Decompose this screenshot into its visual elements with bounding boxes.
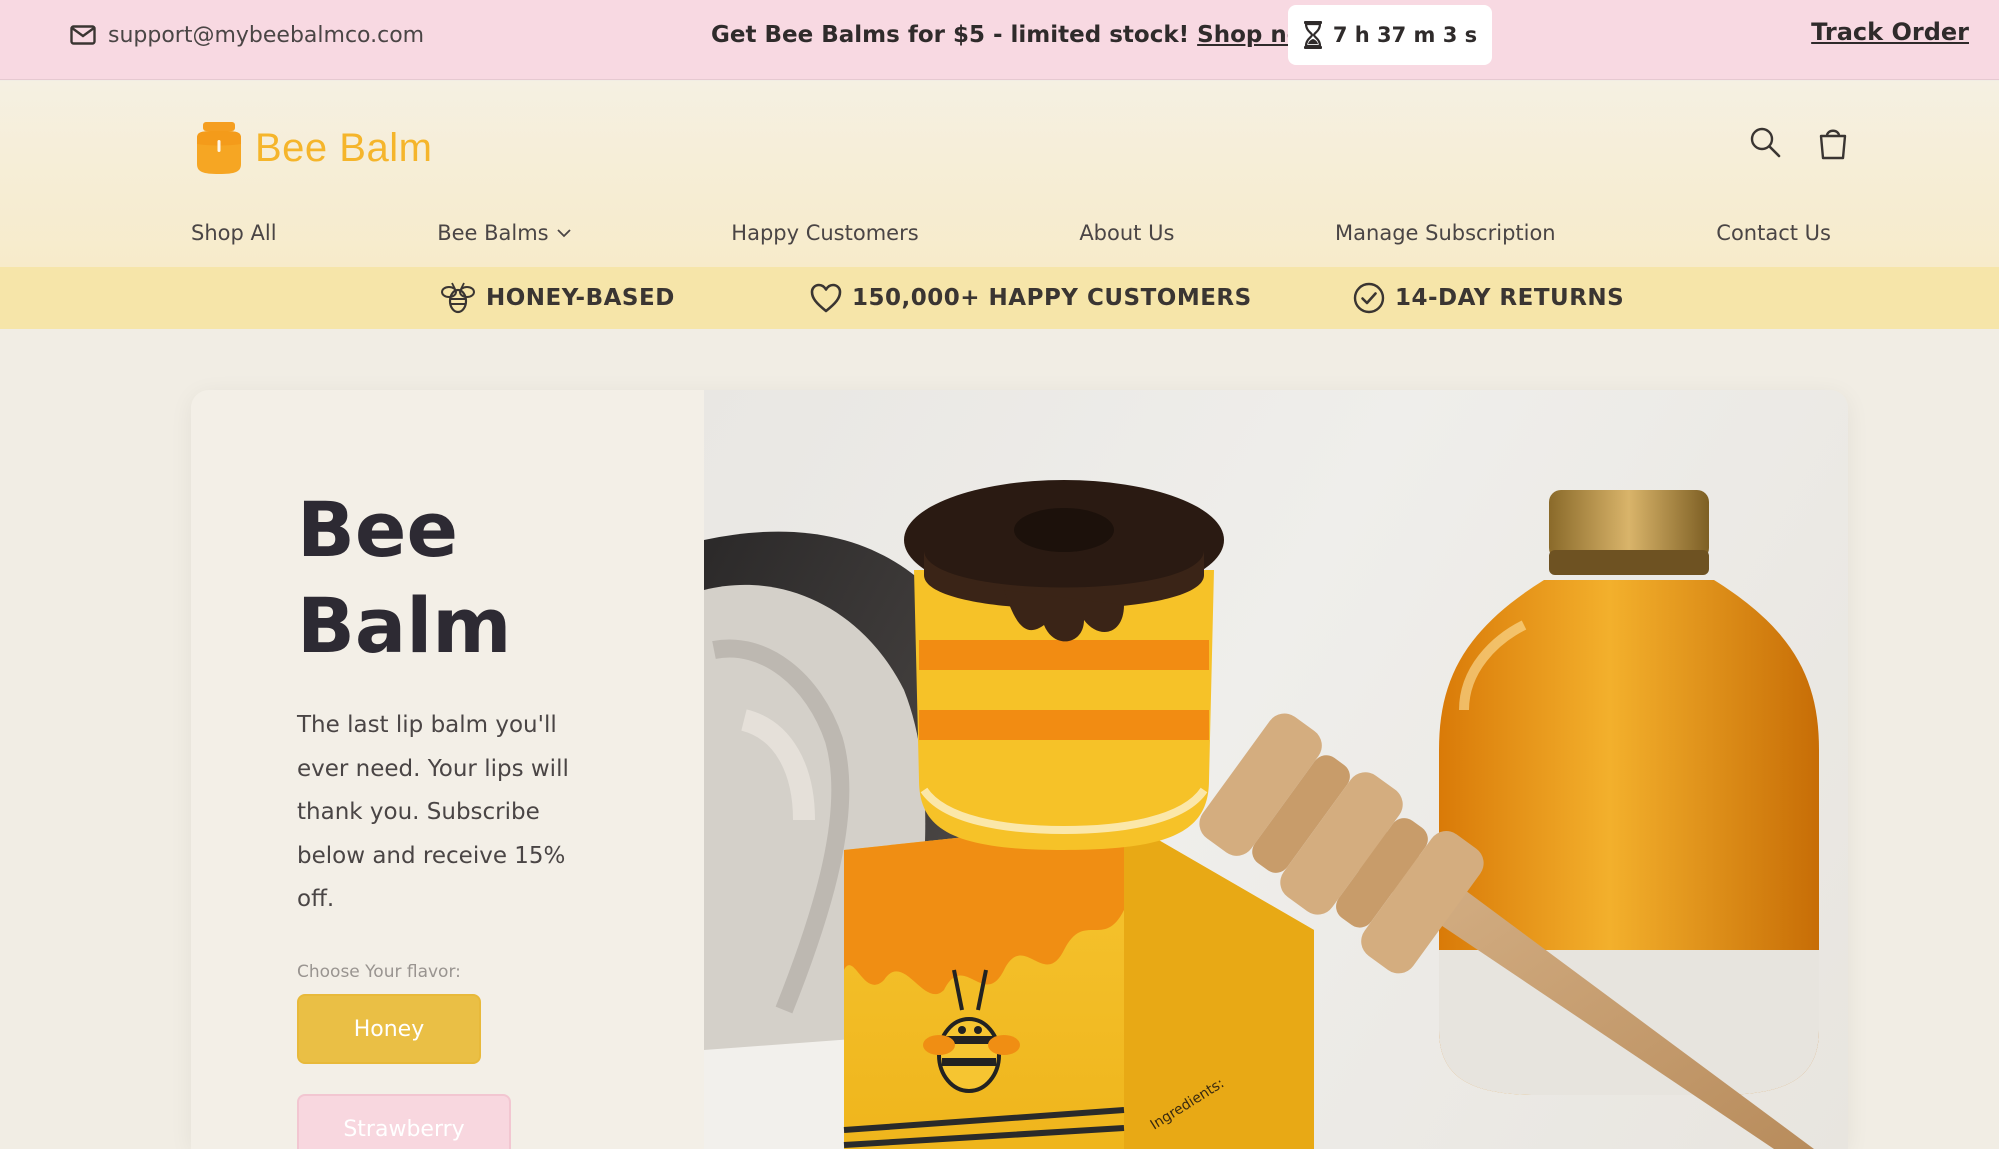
track-order-link[interactable]: Track Order	[1811, 18, 1969, 46]
hero-product-image: Ingredients:	[704, 390, 1848, 1149]
honey-jar-logo-icon	[197, 122, 241, 174]
support-email-text: support@mybeebalmco.com	[108, 22, 425, 48]
countdown-text: 7 h 37 m 3 s	[1332, 23, 1478, 47]
support-email[interactable]: support@mybeebalmco.com	[70, 20, 424, 50]
check-circle-icon	[1353, 282, 1385, 314]
feature-label: 14-DAY RETURNS	[1395, 285, 1625, 311]
flavor-strawberry-button[interactable]: Strawberry	[297, 1094, 511, 1149]
hero-description: The last lip balm you'll ever need. Your…	[297, 712, 569, 912]
feature-label: 150,000+ HAPPY CUSTOMERS	[852, 285, 1252, 311]
header-actions	[1749, 126, 1849, 160]
chevron-down-icon	[556, 228, 571, 237]
bee-icon	[441, 282, 475, 314]
feature-honey-based: HONEY-BASED	[440, 280, 675, 316]
hourglass-icon	[1303, 21, 1322, 49]
flavor-label: Choose Your flavor:	[297, 962, 461, 982]
flavor-honey-button[interactable]: Honey	[297, 994, 481, 1064]
nav-bee-balms[interactable]: Bee Balms	[437, 221, 571, 245]
cart-icon[interactable]	[1817, 126, 1849, 160]
nav-shop-all[interactable]: Shop All	[191, 221, 277, 245]
nav-label: About Us	[1079, 221, 1175, 245]
hero-title: Bee Balm	[297, 485, 512, 670]
nav-label: Contact Us	[1716, 221, 1831, 245]
promo-message: Get Bee Balms for $5 - limited stock! Sh…	[711, 18, 1324, 52]
nav-about-us[interactable]: About Us	[1079, 221, 1174, 245]
main-nav: Shop All Bee Balms Happy Customers About…	[191, 221, 1831, 245]
mail-icon	[70, 25, 96, 45]
site-header: Bee Balm Shop All Bee Balms Happy Custom…	[0, 81, 1999, 267]
heart-icon	[810, 283, 842, 313]
feature-label: HONEY-BASED	[486, 285, 675, 311]
promo-text: Get Bee Balms for $5 - limited stock!	[711, 22, 1190, 48]
countdown-timer: 7 h 37 m 3 s	[1288, 5, 1492, 65]
announcement-bar: support@mybeebalmco.com Get Bee Balms fo…	[0, 0, 1999, 80]
nav-happy-customers[interactable]: Happy Customers	[731, 221, 918, 245]
product-photo: Ingredients:	[704, 480, 1819, 1149]
nav-label: Shop All	[191, 221, 277, 245]
hero-card: Bee Balm The last lip balm you'll ever n…	[191, 390, 1848, 1149]
feature-returns: 14-DAY RETURNS	[1353, 280, 1624, 316]
nav-manage-subscription[interactable]: Manage Subscription	[1335, 221, 1556, 245]
features-bar: HONEY-BASED 150,000+ HAPPY CUSTOMERS 14-…	[0, 267, 1999, 329]
feature-happy-customers: 150,000+ HAPPY CUSTOMERS	[810, 280, 1252, 316]
nav-label: Manage Subscription	[1335, 221, 1556, 245]
nav-label: Happy Customers	[731, 221, 919, 245]
hero-content: Bee Balm The last lip balm you'll ever n…	[191, 390, 704, 1149]
nav-contact-us[interactable]: Contact Us	[1716, 221, 1831, 245]
search-icon[interactable]	[1749, 126, 1781, 158]
logo[interactable]: Bee Balm	[191, 120, 432, 176]
logo-wordmark: Bee Balm	[255, 125, 433, 170]
nav-label: Bee Balms	[437, 221, 549, 245]
